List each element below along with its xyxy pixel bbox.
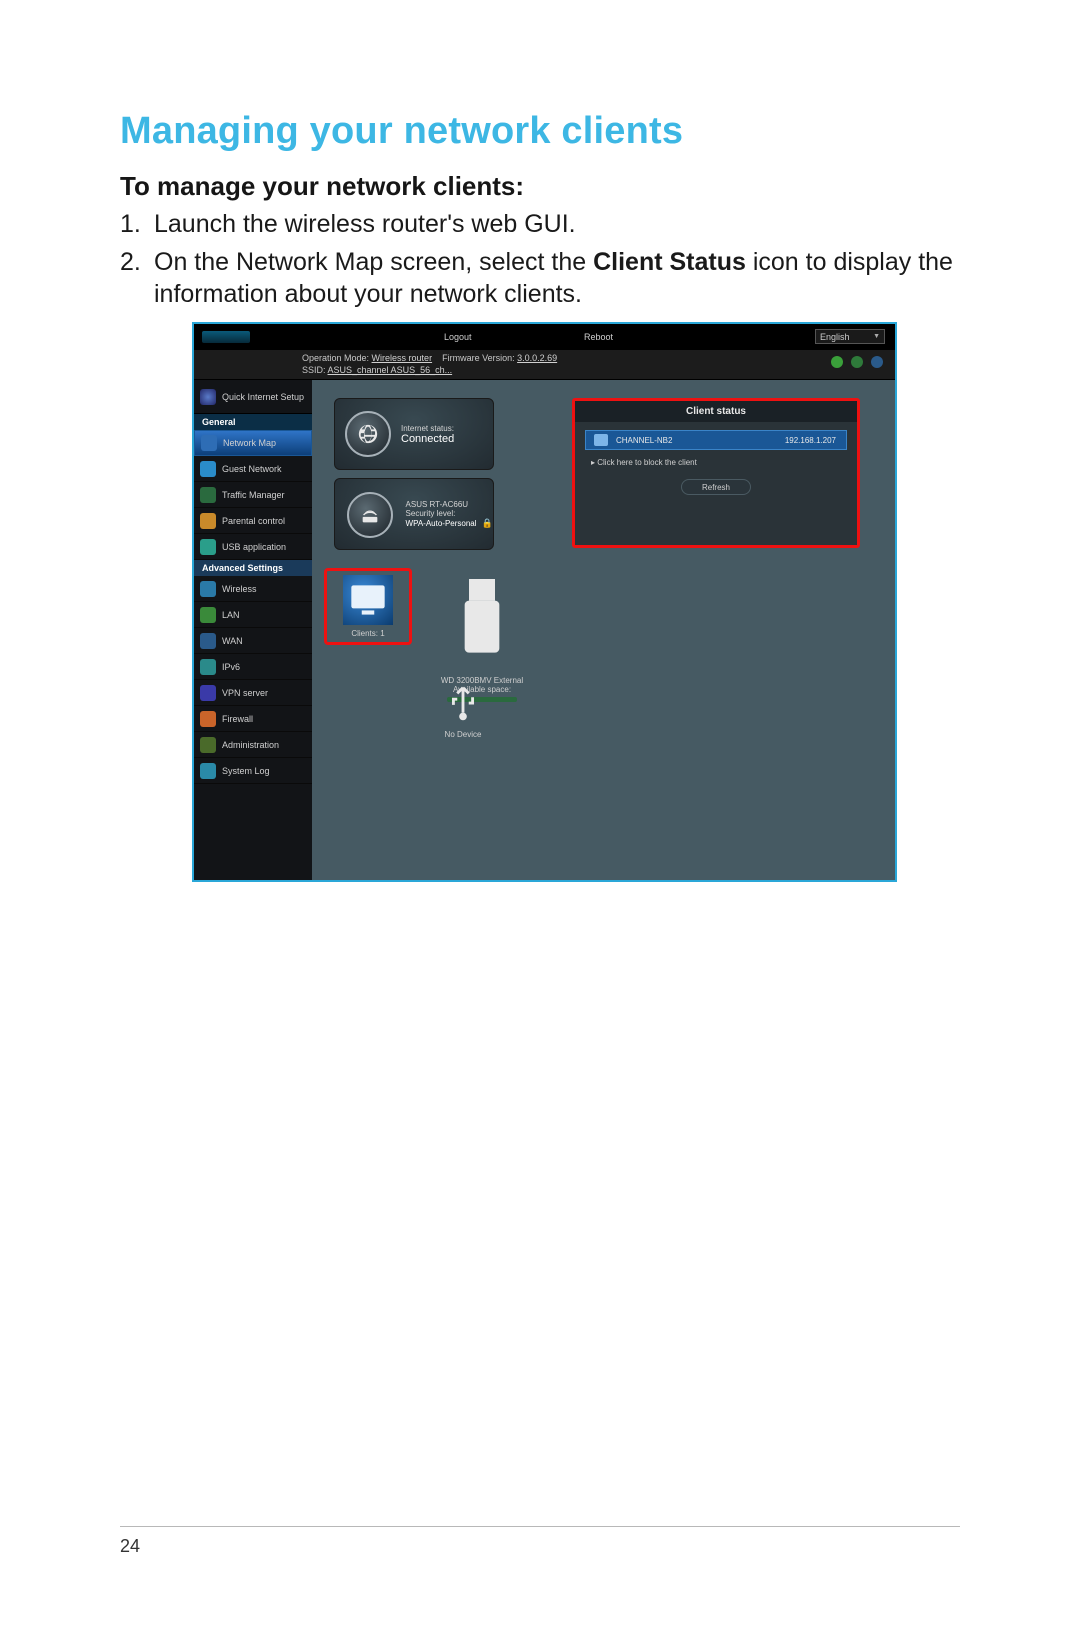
opmode-label: Operation Mode: [302, 353, 372, 363]
reboot-button[interactable]: Reboot [584, 332, 613, 342]
clients-icon [343, 575, 393, 625]
general-header: General [194, 414, 312, 430]
step-2-pre: On the Network Map screen, select the [154, 248, 593, 276]
internet-status-card[interactable]: Internet status: Connected [334, 398, 494, 470]
wireless-label: Wireless [222, 584, 257, 594]
guest-network-label: Guest Network [222, 464, 282, 474]
usb-none-label: No Device [440, 730, 486, 739]
language-select[interactable]: English [815, 329, 885, 344]
parental-control-label: Parental control [222, 516, 285, 526]
router-screenshot: Logout Reboot English Operation Mode: Wi… [192, 322, 897, 882]
status-icons [831, 356, 883, 368]
sidebar-item-vpn-server[interactable]: VPN server [194, 680, 312, 706]
network-map-icon [201, 435, 217, 451]
ssid-value: ASUS_channel ASUS_56_ch... [328, 365, 453, 375]
client-device-icon [594, 434, 608, 446]
client-name: CHANNEL-NB2 [616, 436, 716, 445]
sidebar-item-traffic-manager[interactable]: Traffic Manager [194, 482, 312, 508]
qis-icon [200, 389, 216, 405]
clients-count: 1 [380, 629, 384, 638]
ipv6-label: IPv6 [222, 662, 240, 672]
wan-label: WAN [222, 636, 243, 646]
firewall-icon [200, 711, 216, 727]
security-model: ASUS RT-AC66U [406, 500, 493, 509]
status-icon-3 [871, 356, 883, 368]
clients-label: Clients: [351, 629, 378, 638]
security-card[interactable]: ASUS RT-AC66U Security level: WPA-Auto-P… [334, 478, 494, 550]
opmode-value[interactable]: Wireless router [372, 353, 433, 363]
client-status-panel: Client status CHANNEL-NB2 192.168.1.207 … [572, 398, 860, 548]
usb-drive-icon [430, 566, 534, 672]
usb-application-label: USB application [222, 542, 286, 552]
asus-logo [202, 331, 250, 343]
clients-tile[interactable]: Clients: 1 [324, 568, 412, 645]
router-main: Internet status: Connected ASUS RT-AC66U… [312, 380, 895, 880]
router-sidebar: Quick Internet Setup General Network Map… [194, 380, 312, 880]
sidebar-item-firewall[interactable]: Firewall [194, 706, 312, 732]
step-1: Launch the wireless router's web GUI. [120, 208, 960, 240]
internet-status-value: Connected [401, 433, 454, 445]
router-infobar: Operation Mode: Wireless router Firmware… [194, 350, 895, 380]
fw-value[interactable]: 3.0.0.2.69 [517, 353, 557, 363]
sidebar-item-parental-control[interactable]: Parental control [194, 508, 312, 534]
globe-icon [345, 411, 391, 457]
sidebar-item-guest-network[interactable]: Guest Network [194, 456, 312, 482]
steps-list: Launch the wireless router's web GUI. On… [120, 208, 960, 310]
traffic-manager-label: Traffic Manager [222, 490, 285, 500]
administration-icon [200, 737, 216, 753]
block-client-link[interactable]: Click here to block the client [591, 458, 857, 467]
wan-icon [200, 633, 216, 649]
language-value: English [820, 332, 850, 342]
refresh-button[interactable]: Refresh [681, 479, 751, 495]
logout-button[interactable]: Logout [444, 332, 472, 342]
security-label: Security level: [406, 509, 493, 518]
lock-icon: 🔒 [482, 518, 493, 528]
sidebar-item-wireless[interactable]: Wireless [194, 576, 312, 602]
lan-icon [200, 607, 216, 623]
advanced-header: Advanced Settings [194, 560, 312, 576]
usb-icon [440, 680, 486, 726]
step-2-bold: Client Status [593, 248, 746, 276]
sidebar-item-administration[interactable]: Administration [194, 732, 312, 758]
traffic-manager-icon [200, 487, 216, 503]
internet-status-label: Internet status: [401, 424, 454, 433]
lan-label: LAN [222, 610, 240, 620]
security-value: WPA-Auto-Personal [406, 519, 477, 528]
usb-device-tile[interactable]: No Device [440, 680, 486, 739]
administration-label: Administration [222, 740, 279, 750]
sidebar-item-lan[interactable]: LAN [194, 602, 312, 628]
sidebar-item-network-map[interactable]: Network Map [194, 430, 312, 456]
router-topbar: Logout Reboot English [194, 324, 895, 350]
guest-network-icon [200, 461, 216, 477]
footer-divider [120, 1526, 960, 1527]
qis-label: Quick Internet Setup [222, 392, 304, 402]
status-icon-2 [851, 356, 863, 368]
sidebar-item-ipv6[interactable]: IPv6 [194, 654, 312, 680]
router-icon [347, 492, 393, 538]
vpn-icon [200, 685, 216, 701]
step-2: On the Network Map screen, select the Cl… [120, 246, 960, 310]
system-log-label: System Log [222, 766, 270, 776]
client-status-title: Client status [575, 401, 857, 422]
section-title: Managing your network clients [120, 110, 960, 153]
sidebar-item-usb-application[interactable]: USB application [194, 534, 312, 560]
vpn-label: VPN server [222, 688, 268, 698]
client-ip: 192.168.1.207 [785, 436, 836, 445]
sidebar-item-system-log[interactable]: System Log [194, 758, 312, 784]
sidebar-item-wan[interactable]: WAN [194, 628, 312, 654]
page-number: 24 [120, 1536, 140, 1557]
fw-label: Firmware Version: [442, 353, 517, 363]
ipv6-icon [200, 659, 216, 675]
ssid-label: SSID: [302, 365, 328, 375]
wireless-icon [200, 581, 216, 597]
firewall-label: Firewall [222, 714, 253, 724]
usb-application-icon [200, 539, 216, 555]
system-log-icon [200, 763, 216, 779]
qis-button[interactable]: Quick Internet Setup [194, 380, 312, 414]
status-icon-1 [831, 356, 843, 368]
client-row[interactable]: CHANNEL-NB2 192.168.1.207 [585, 430, 847, 450]
subheading: To manage your network clients: [120, 171, 960, 202]
parental-control-icon [200, 513, 216, 529]
network-map-label: Network Map [223, 438, 276, 448]
